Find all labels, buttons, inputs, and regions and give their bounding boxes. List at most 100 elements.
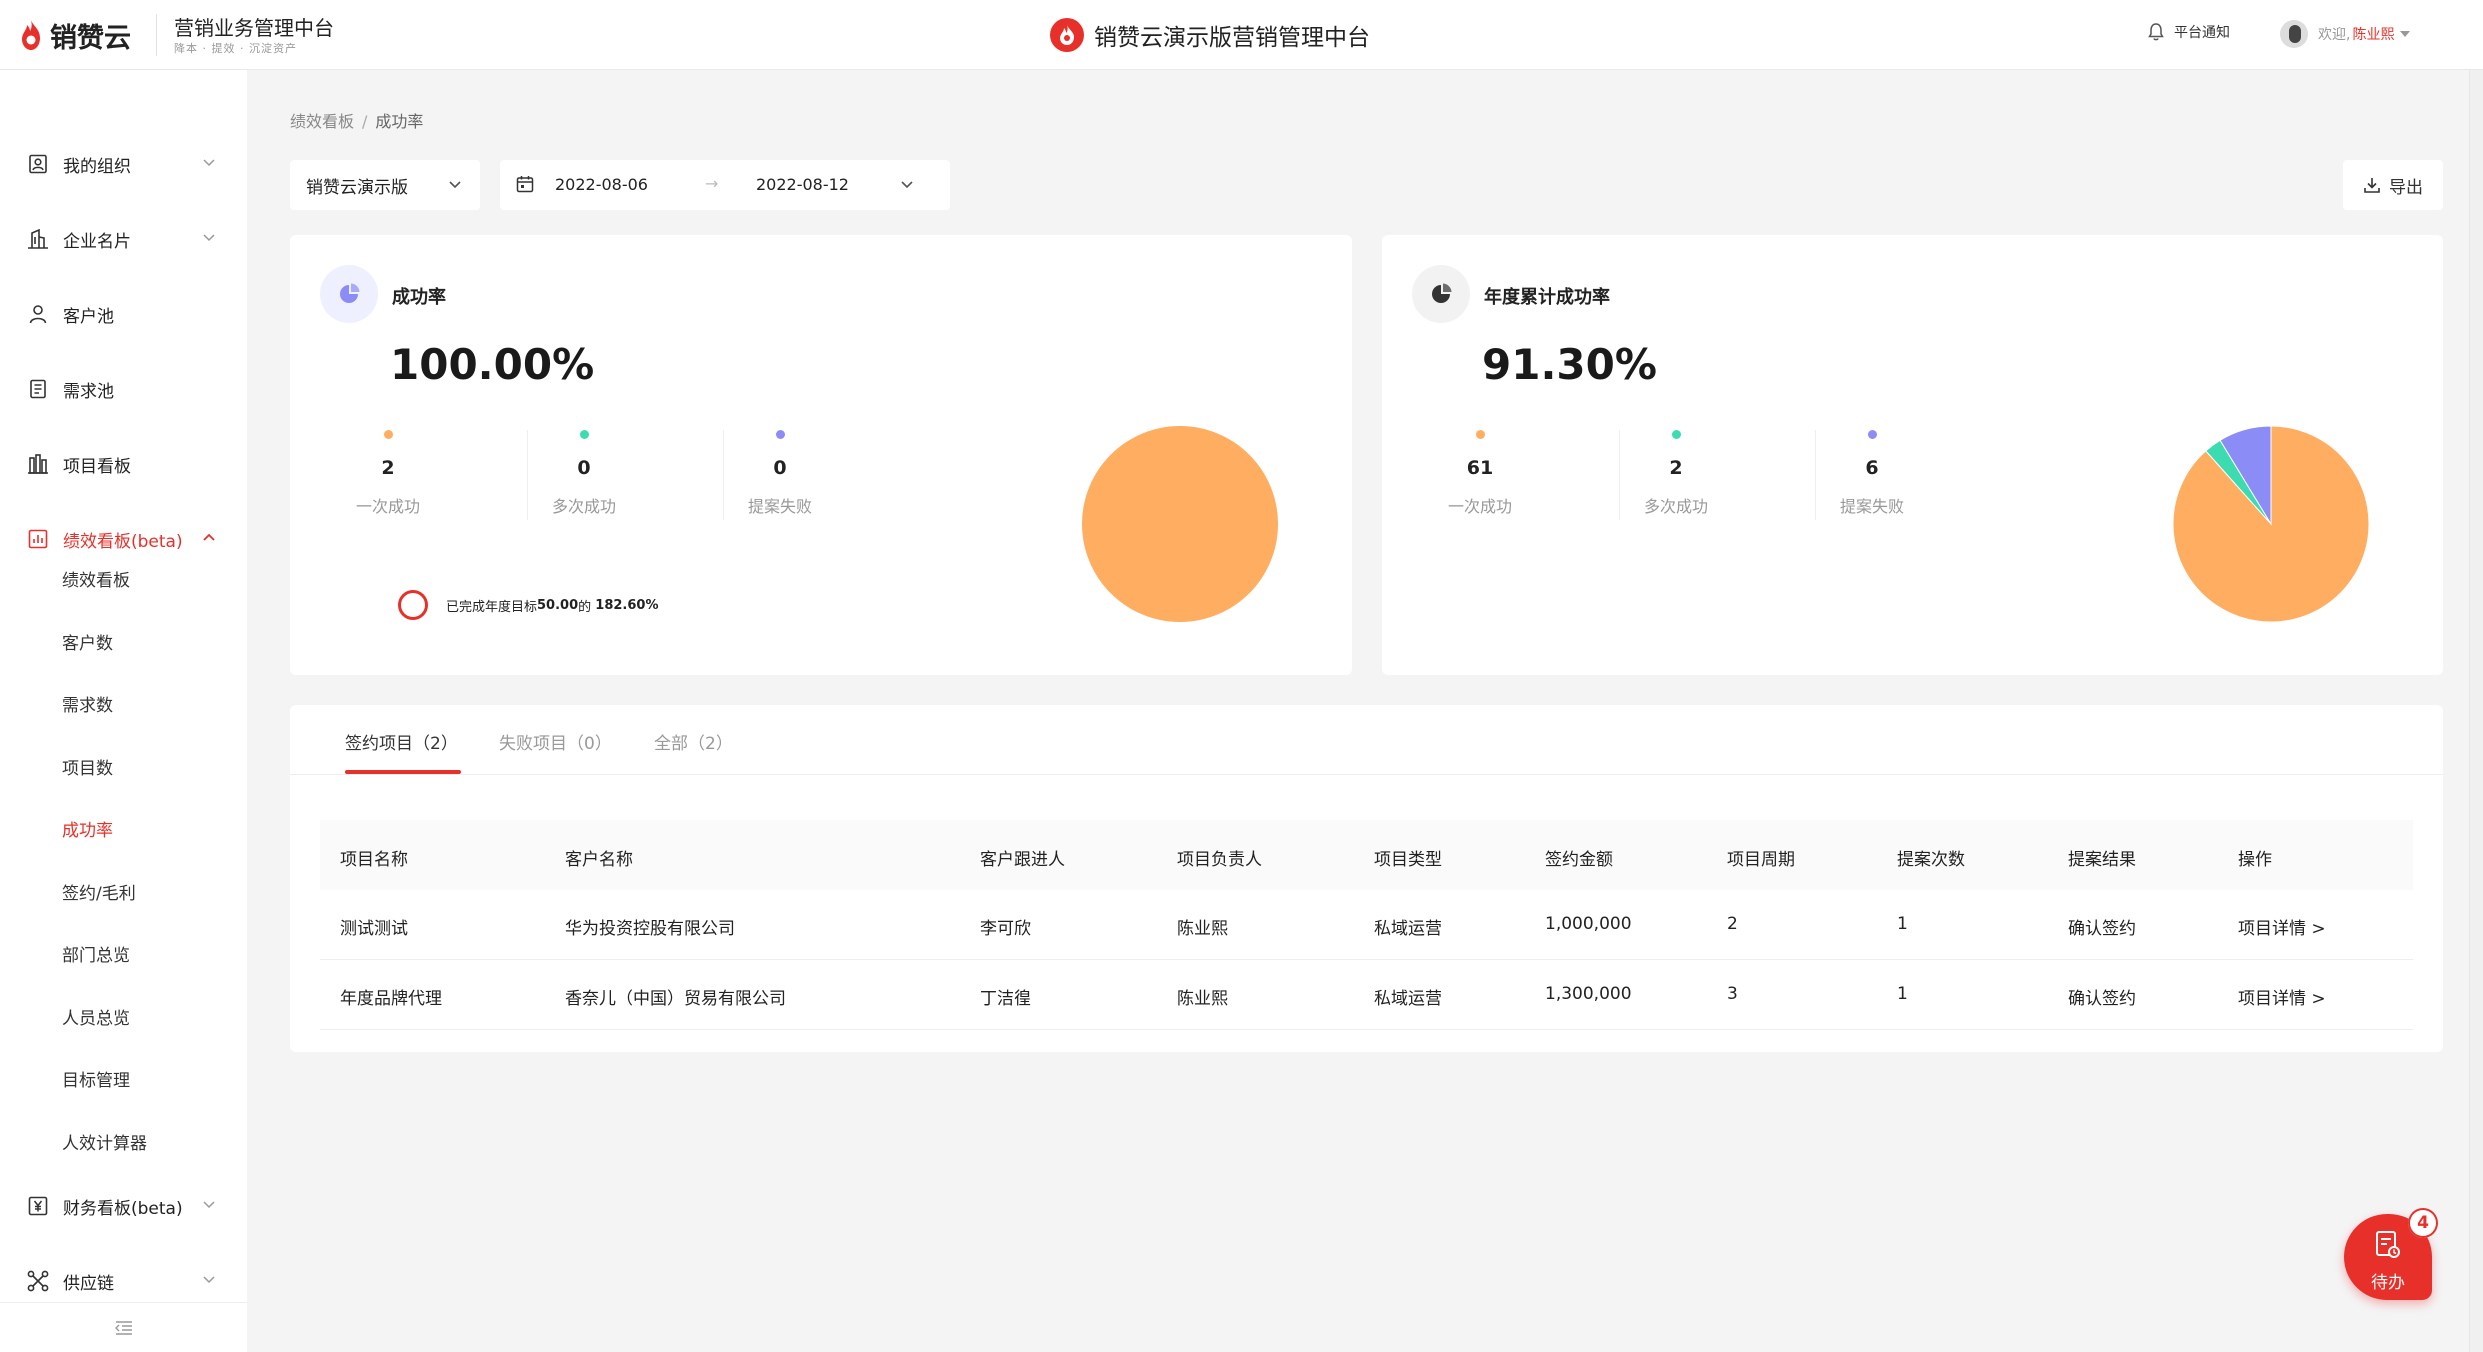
sidebar-item-company-card[interactable]: 企业名片 [0,219,247,259]
sidebar-sub-success-rate[interactable]: 成功率 [62,816,113,846]
sidebar-sub-department-overview[interactable]: 部门总览 [62,941,130,971]
table-cell: 1 [1897,914,1908,934]
stat-label: 一次成功 [355,497,420,516]
stat-proposal-failed: 0 提案失败 [682,430,878,517]
table-cell: 年度品牌代理 [340,989,442,1009]
sidebar-collapse-toggle[interactable] [0,1302,247,1352]
table-cell: 华为投资控股有限公司 [565,919,735,939]
tab-failed-projects[interactable]: 失败项目（0） [499,729,612,754]
stat-number: 61 [1466,457,1494,479]
brand-logo[interactable]: 销赞云 [18,16,131,54]
todo-floating-button[interactable]: 待办 4 [2344,1208,2438,1300]
sidebar-sub-customers[interactable]: 客户数 [62,629,113,659]
sidebar-sub-projects[interactable]: 项目数 [62,754,113,784]
project-detail-link[interactable]: 项目详情 > [2238,914,2326,939]
sidebar-label: 企业名片 [63,231,131,252]
sidebar-item-project-board[interactable]: 项目看板 [0,444,247,484]
top-header: 销赞云 营销业务管理中台 降本 · 提效 · 沉淀资产 销赞云演示版营销管理中台… [0,0,2483,70]
stat-label: 一次成功 [1447,497,1512,516]
sidebar-item-customer-pool[interactable]: 客户池 [0,294,247,334]
system-title: 营销业务管理中台 [174,16,334,40]
goal-mid: 的 [578,599,592,615]
page-scrollbar[interactable] [2469,70,2483,1352]
stat-label: 多次成功 [551,497,616,516]
legend-dot [383,430,393,439]
column-header: 项目类型 [1374,850,1442,870]
center-title: 销赞云演示版营销管理中台 [1050,16,1370,54]
column-header: 提案次数 [1897,850,1965,870]
user-menu[interactable]: 欢迎, 陈业熙 [2280,20,2411,48]
column-header: 客户跟进人 [980,850,1065,870]
sidebar-sub-staff-overview[interactable]: 人员总览 [62,1004,130,1034]
stat-multi-success: 2 多次成功 [1578,430,1774,517]
stat-number: 0 [577,457,591,479]
sidebar-item-org[interactable]: 我的组织 [0,144,247,184]
platform-notify[interactable]: 平台通知 [2148,22,2230,42]
chart-icon [26,527,50,551]
org-icon [26,152,50,176]
column-header: 项目周期 [1727,850,1795,870]
column-header: 操作 [2238,850,2272,870]
breadcrumb-parent[interactable]: 绩效看板 [290,112,354,131]
stat-first-success: 2 一次成功 [290,430,486,517]
flame-logo-icon [22,20,40,50]
date-end[interactable]: 2022-08-12 [756,175,849,194]
table-cell: 私域运营 [1374,919,1442,939]
table-cell: 陈业熙 [1177,919,1228,939]
tab-signed-projects[interactable]: 签约项目（2） [345,729,458,754]
table-cell: 3 [1727,984,1738,1004]
project-detail-link[interactable]: 项目详情 > [2238,984,2326,1009]
date-start[interactable]: 2022-08-06 [555,175,648,194]
sidebar-item-demand-pool[interactable]: 需求池 [0,369,247,409]
sidebar-item-finance-board[interactable]: 财务看板(beta) [0,1186,247,1226]
company-select-value: 销赞云演示版 [306,177,408,198]
chevron-down-icon [901,181,913,189]
legend-dot [579,430,589,439]
goal-target: 50.00 [537,597,579,613]
stat-number: 6 [1865,457,1879,479]
sidebar-item-supply-chain[interactable]: 供应链 [0,1261,247,1301]
sidebar-sub-demands[interactable]: 需求数 [62,691,113,721]
export-button[interactable]: 导出 [2343,160,2443,210]
table-cell: 测试测试 [340,919,408,939]
legend-dot [1867,430,1877,439]
todo-label: 待办 [2371,1273,2405,1293]
column-header: 项目负责人 [1177,850,1262,870]
chevron-down-icon [449,181,461,189]
chevron-down-icon [203,234,215,242]
sidebar-sub-contract-profit[interactable]: 签约/毛利 [62,879,136,909]
table-cell: 1 [1897,984,1908,1004]
table-cell: 1,000,000 [1545,914,1632,934]
sidebar-label: 绩效看板(beta) [63,531,183,552]
document-icon [26,377,50,401]
success-rate-card: 成功率 100.00% 2 一次成功 0 多次成功 0 提案失败 已完成年度目标… [290,235,1352,675]
stat-label: 多次成功 [1643,497,1708,516]
table-cell: 李可欣 [980,919,1031,939]
caret-down-icon [2400,31,2411,37]
sidebar-label: 需求池 [63,381,114,402]
chevron-up-icon [203,533,215,541]
table-row: 测试测试 华为投资控股有限公司 李可欣 陈业熙 私域运营 1,000,000 2… [320,890,2413,960]
project-table-card: 签约项目（2） 失败项目（0） 全部（2） 项目名称 客户名称 客户跟进人 项目… [290,705,2443,1052]
yen-icon [26,1194,50,1218]
board-icon [26,452,50,476]
sidebar-sub-performance[interactable]: 绩效看板 [62,566,130,596]
table-header: 项目名称 客户名称 客户跟进人 项目负责人 项目类型 签约金额 项目周期 提案次… [320,820,2413,890]
success-pie-chart [1082,426,1278,622]
table-cell: 香奈儿（中国）贸易有限公司 [565,989,786,1009]
sidebar-item-performance-board[interactable]: 绩效看板(beta) [0,519,247,559]
sidebar-sub-efficiency-calculator[interactable]: 人效计算器 [62,1129,147,1159]
header-divider [156,14,157,56]
goal-prefix: 已完成年度目标 [446,599,538,615]
todo-list-icon [2376,1231,2400,1258]
download-icon [2364,178,2380,193]
date-range-picker[interactable]: 2022-08-06 → 2022-08-12 [500,160,950,210]
building-icon [26,227,50,251]
stat-number: 0 [773,457,787,479]
sidebar-sub-target-management[interactable]: 目标管理 [62,1066,130,1096]
legend-dot [775,430,785,439]
sidebar-label: 项目看板 [63,456,131,477]
sidebar: 我的组织 企业名片 客户池 需求池 项目看板 绩效看板(beta) 绩效看板 客… [0,70,247,1352]
tab-all-projects[interactable]: 全部（2） [654,729,733,754]
company-select[interactable]: 销赞云演示版 [290,160,480,210]
